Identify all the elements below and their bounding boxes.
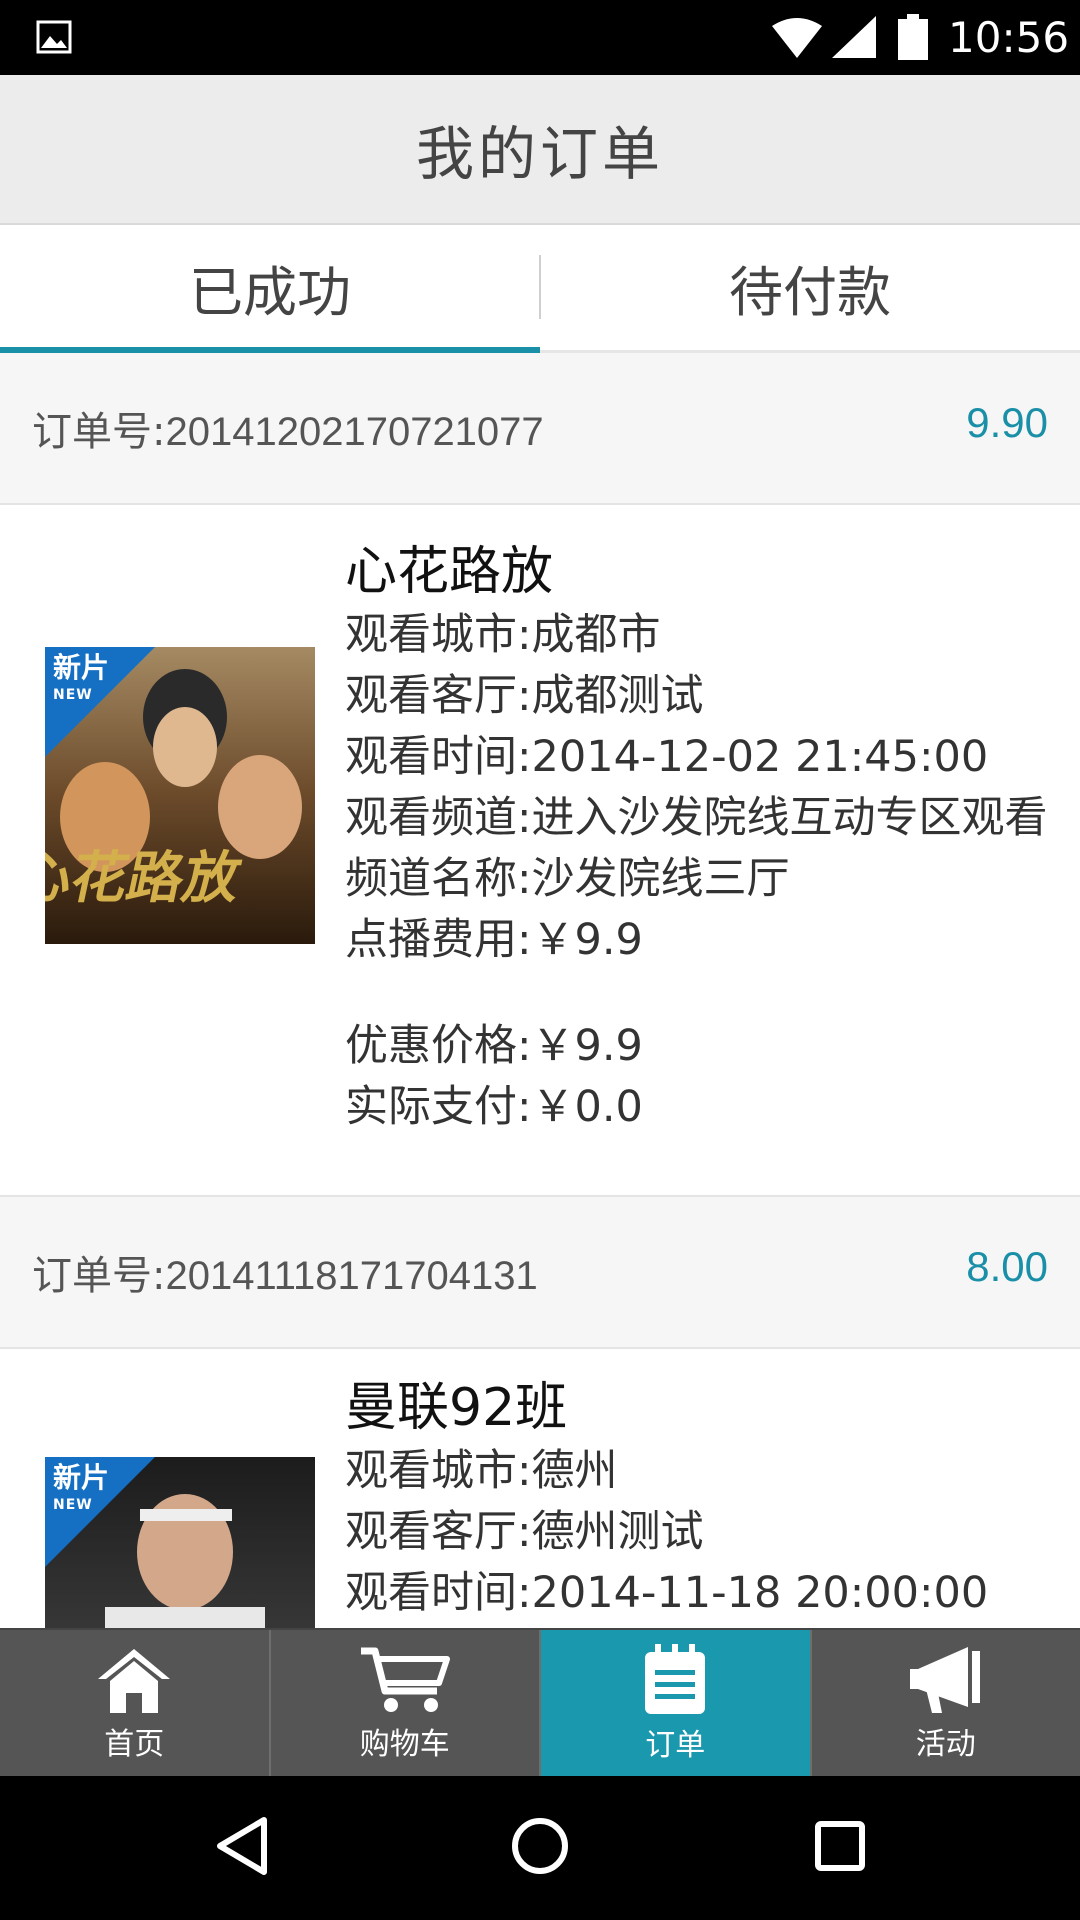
- page-title: 我的订单: [415, 120, 664, 188]
- order-list-icon: [645, 1644, 706, 1714]
- order-header[interactable]: 订单号:20141118171704131 8.00: [0, 1197, 1080, 1349]
- info-row-channel-name: 频道名称:沙发院线三厅: [345, 854, 790, 904]
- movie-poster[interactable]: 心花路放 新片 NEW: [45, 647, 315, 944]
- tab-success[interactable]: 已成功: [0, 225, 540, 353]
- nav-orders-label: 订单: [645, 1728, 706, 1763]
- new-badge-sub: NEW: [53, 1497, 93, 1513]
- cart-icon: [360, 1647, 450, 1712]
- order-number: 20141118171704131: [165, 1254, 538, 1298]
- nav-home-label: 首页: [104, 1727, 165, 1762]
- info-row-discount: 优惠价格:￥9.9: [345, 1021, 643, 1071]
- nav-events-label: 活动: [915, 1727, 976, 1762]
- info-row-city: 观看城市:德州: [345, 1446, 618, 1496]
- order-info: 心花路放 观看城市:成都市 观看客厅:成都测试 观看时间:2014-12-02 …: [345, 541, 1068, 1138]
- order-detail[interactable]: 新片 NEW 曼联92班 观看城市:德州 观看客厅:德州测试 观看时间:2014…: [0, 1349, 1080, 1628]
- new-badge-label: 新片: [53, 651, 110, 684]
- info-row-fee: 点播费用:￥9.9: [345, 915, 643, 965]
- status-bar: 10:56: [0, 0, 1080, 75]
- order-list[interactable]: 订单号:20141202170721077 9.90 心花路放 新片 NEW 心…: [0, 353, 1080, 1628]
- info-row-time: 观看时间:2014-11-18 20:00:00: [345, 1568, 989, 1618]
- battery-icon: [898, 14, 928, 60]
- movie-title: 曼联92班: [345, 1378, 568, 1438]
- recents-icon[interactable]: [814, 1816, 866, 1876]
- nav-events[interactable]: 活动: [812, 1630, 1080, 1778]
- title-bar: 我的订单: [0, 75, 1080, 225]
- movie-poster[interactable]: 新片 NEW: [45, 1457, 315, 1628]
- nav-orders[interactable]: 订单: [541, 1630, 812, 1778]
- order-tabs: 已成功 待付款: [0, 225, 1080, 353]
- order-detail[interactable]: 心花路放 新片 NEW 心花路放 观看城市:成都市 观看客厅:成都测试 观看时间…: [0, 505, 1080, 1197]
- bottom-nav: 首页 购物车 订单 活动: [0, 1628, 1080, 1778]
- nav-cart[interactable]: 购物车: [271, 1630, 541, 1778]
- order-number: 20141202170721077: [165, 410, 544, 454]
- new-badge-label: 新片: [53, 1461, 110, 1494]
- status-time: 10:56: [948, 13, 1070, 62]
- tab-divider: [539, 255, 541, 319]
- movie-title: 心花路放: [345, 542, 554, 602]
- order-info: 曼联92班 观看城市:德州 观看客厅:德州测试 观看时间:2014-11-18 …: [345, 1377, 1068, 1624]
- order-header[interactable]: 订单号:20141202170721077 9.90: [0, 353, 1080, 505]
- info-row-city: 观看城市:成都市: [345, 610, 661, 660]
- order-number-label: 订单号:: [32, 1253, 166, 1299]
- nav-cart-label: 购物车: [359, 1727, 450, 1762]
- system-nav-bar: [0, 1776, 1080, 1920]
- info-row-paid: 实际支付:￥0.0: [345, 1082, 643, 1132]
- gallery-notification-icon: [36, 20, 72, 54]
- signal-icon: [832, 16, 876, 58]
- new-badge-sub: NEW: [53, 687, 93, 703]
- wifi-icon: [772, 18, 822, 58]
- info-row-hall: 观看客厅:成都测试: [345, 671, 704, 721]
- home-icon: [98, 1649, 171, 1713]
- megaphone-icon: [909, 1647, 980, 1713]
- order-number-label: 订单号:: [32, 409, 166, 455]
- home-circle-icon[interactable]: [510, 1816, 570, 1876]
- svg-text:心花路放: 心花路放: [45, 846, 247, 911]
- order-price: 9.90: [966, 399, 1048, 446]
- tab-pending-payment[interactable]: 待付款: [540, 225, 1080, 350]
- info-row-hall: 观看客厅:德州测试: [345, 1507, 704, 1557]
- nav-home[interactable]: 首页: [0, 1630, 271, 1778]
- info-row-channel: 观看频道:进入沙发院线互动专区观看: [345, 793, 1048, 843]
- back-icon[interactable]: [214, 1816, 270, 1876]
- order-price: 8.00: [966, 1243, 1048, 1290]
- info-row-time: 观看时间:2014-12-02 21:45:00: [345, 732, 989, 782]
